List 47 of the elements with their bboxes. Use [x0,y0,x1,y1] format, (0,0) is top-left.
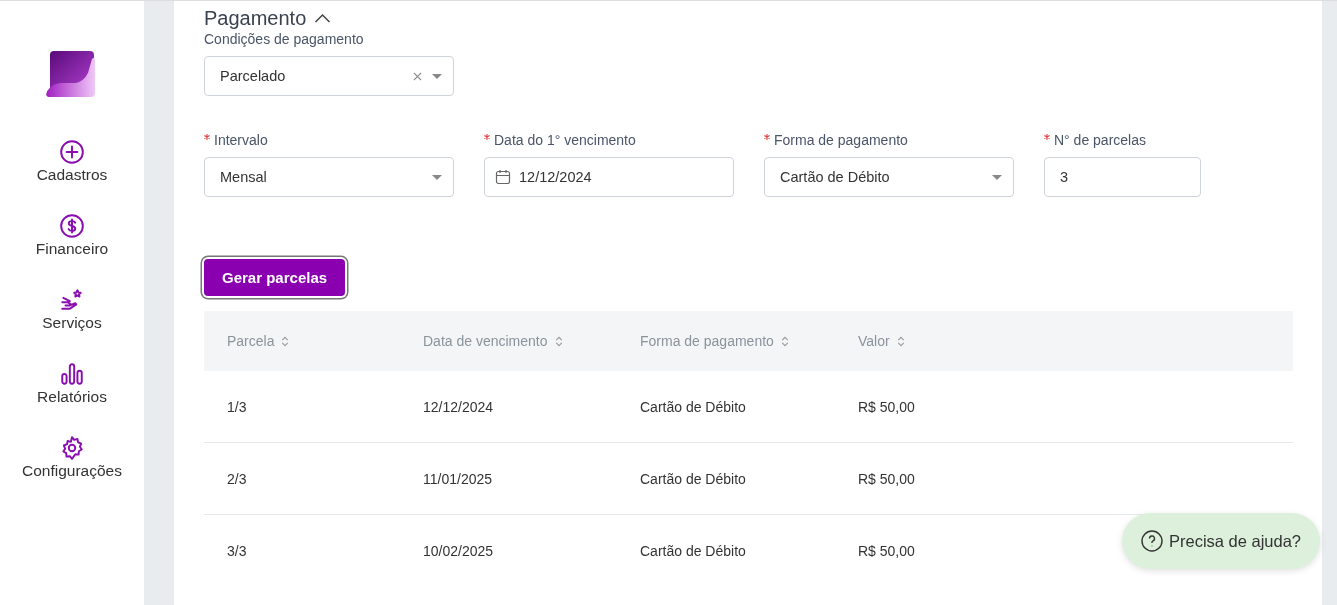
nav-item[interactable]: Relatórios [37,361,107,435]
input-field[interactable]: 3 [1044,157,1201,197]
section-title: Pagamento [204,6,307,30]
sort-icon[interactable] [896,335,905,347]
calendar-icon [495,169,511,185]
logo-icon [46,51,96,97]
table-cell: 10/02/2025 [423,542,494,559]
nav-item[interactable]: Cadastros [36,139,108,213]
sort-icon[interactable] [780,335,789,347]
help-button[interactable]: Precisa de ajuda? [1122,513,1320,569]
help-icon [1140,530,1163,552]
table-cell: 12/12/2024 [423,398,494,415]
select-field[interactable]: Cartão de Débito [764,157,1014,197]
table-cell: 11/01/2025 [423,470,493,487]
table-cell: R$ 50,00 [858,542,915,559]
select-field[interactable]: Mensal [204,157,454,197]
dropdown-caret-icon [432,174,442,180]
sort-icon[interactable] [281,335,290,347]
table-cell: Cartão de Débito [640,542,746,559]
date-field[interactable]: 12/12/2024 [484,157,734,197]
dollar-circle-icon [59,213,85,239]
table-cell: 3/3 [227,542,247,559]
nav-item[interactable]: Serviços [42,287,102,361]
field-label: Condições de pagamento [204,31,364,47]
table-cell: Cartão de Débito [640,470,746,487]
chevron-icon[interactable] [314,13,332,23]
sort-icon[interactable] [554,335,563,347]
dropdown-caret-icon [432,73,442,79]
table-cell: 2/3 [227,470,247,487]
table-cell: R$ 50,00 [858,398,915,415]
table-cell: Cartão de Débito [640,398,746,415]
settings-icon [59,435,85,461]
field-label: Intervalo [214,132,268,148]
select-field[interactable]: Parcelado [204,56,454,96]
field-label: Data do 1° vencimento [494,132,636,148]
table-cell: 1/3 [227,398,247,415]
field-label: N° de parcelas [1054,132,1146,148]
dropdown-caret-icon [992,174,1002,180]
bar-chart-icon [59,361,85,387]
plus-circle-icon [59,139,85,165]
table-cell: R$ 50,00 [858,470,915,487]
nav-item[interactable]: Financeiro [35,213,109,287]
nav-item[interactable]: Configurações [22,435,122,509]
generate-button[interactable]: Gerar parcelas [204,259,346,296]
clear-icon[interactable] [413,71,422,81]
hand-star-icon [59,287,85,313]
field-label: Forma de pagamento [774,132,908,148]
